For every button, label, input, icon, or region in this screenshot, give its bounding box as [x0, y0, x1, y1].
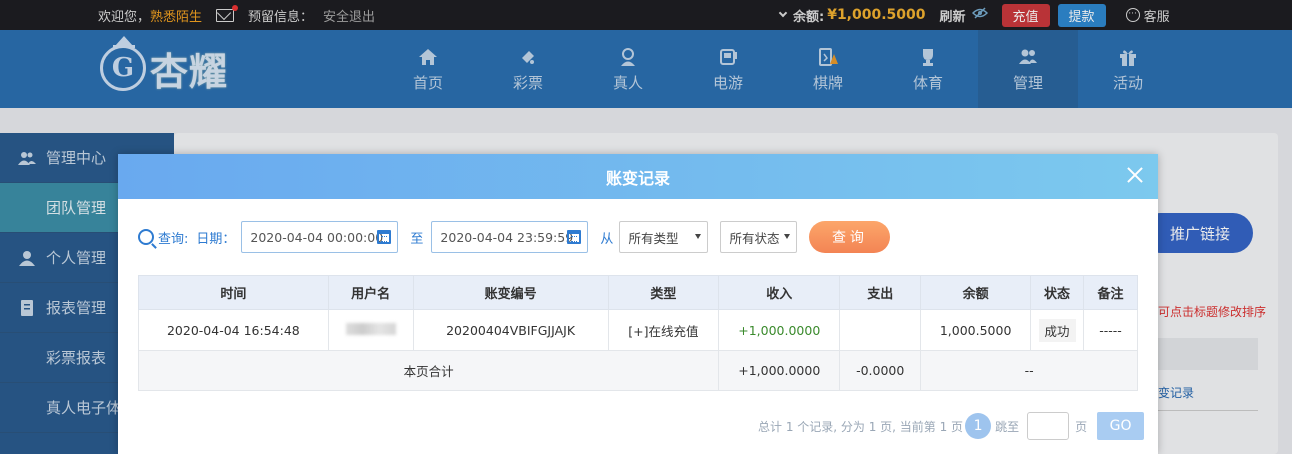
end-date-value: 2020-04-04 23:59:59	[440, 229, 574, 245]
goto-label: 跳至	[995, 419, 1020, 434]
start-date-value: 2020-04-04 00:00:00	[250, 229, 384, 245]
cell-remark: -----	[1083, 309, 1138, 351]
status-select[interactable]: 所有状态	[720, 221, 798, 253]
transaction-record-modal: 账变记录 查询: 日期： 2020-04-04 00:00:00 至 2020-…	[118, 154, 1158, 454]
modal-title: 账变记录	[605, 168, 670, 188]
total-income: +1,000.0000	[718, 350, 841, 391]
table-row: 2020-04-04 16:54:48 20200404VBIFGJJAJK […	[138, 309, 1138, 351]
cell-username	[327, 309, 414, 351]
table-header-row: 时间 用户名 账变编号 类型 收入 支出 余额 状态 备注	[138, 275, 1138, 310]
calendar-icon[interactable]	[377, 230, 392, 244]
caret-down-icon	[695, 234, 702, 239]
page-number-input[interactable]	[1027, 412, 1070, 440]
query-label: 查询:	[158, 231, 189, 247]
page-number-current[interactable]: 1	[965, 413, 992, 439]
column-header-username[interactable]: 用户名	[327, 275, 414, 310]
end-date-input[interactable]: 2020-04-04 23:59:59	[431, 221, 589, 253]
cell-type: [+]在线充值	[607, 309, 720, 351]
date-label: 日期：	[196, 231, 236, 247]
status-badge: 成功	[1038, 318, 1076, 342]
close-icon[interactable]	[1125, 165, 1145, 185]
table-total-row: 本页合计 +1,000.0000 -0.0000 --	[137, 350, 1138, 391]
filter-bar: 查询: 日期： 2020-04-04 00:00:00 至 2020-04-04…	[138, 221, 891, 253]
transaction-table: 时间 用户名 账变编号 类型 收入 支出 余额 状态 备注 2020-04-04…	[137, 275, 1138, 391]
pagination: 总计 1 个记录, 分为 1 页, 当前第 1 页 1 跳至 页 GO	[758, 412, 1145, 440]
blurred-username	[345, 322, 396, 335]
cell-status: 成功	[1030, 309, 1085, 351]
column-header-balance[interactable]: 余额	[920, 275, 1032, 310]
status-select-value: 所有状态	[729, 230, 780, 246]
calendar-icon[interactable]	[567, 230, 582, 244]
column-header-expense[interactable]: 支出	[839, 275, 922, 310]
cell-time: 2020-04-04 16:54:48	[138, 309, 329, 351]
cell-order-no: 20200404VBIFGJJAJK	[412, 309, 609, 351]
column-header-order-no[interactable]: 账变编号	[412, 275, 609, 310]
query-button[interactable]: 查询	[809, 221, 891, 253]
type-select-value: 所有类型	[628, 230, 679, 246]
page-label: 页	[1075, 419, 1088, 434]
type-select[interactable]: 所有类型	[619, 221, 709, 253]
total-expense: -0.0000	[839, 350, 922, 391]
total-balance: --	[920, 350, 1138, 391]
cell-expense	[839, 309, 922, 351]
pagination-summary: 总计 1 个记录, 分为 1 页, 当前第 1 页	[758, 419, 964, 434]
cell-balance: 1,000.5000	[920, 309, 1032, 351]
modal-header: 账变记录	[118, 154, 1158, 199]
column-header-income[interactable]: 收入	[718, 275, 841, 310]
column-header-status[interactable]: 状态	[1030, 275, 1085, 310]
column-header-remark[interactable]: 备注	[1083, 275, 1138, 310]
start-date-input[interactable]: 2020-04-04 00:00:00	[241, 221, 399, 253]
caret-down-icon	[784, 234, 791, 239]
from-label: 从	[600, 231, 614, 247]
column-header-type[interactable]: 类型	[607, 275, 720, 310]
cell-income: +1,000.0000	[718, 309, 841, 351]
search-icon	[138, 229, 154, 245]
column-header-time[interactable]: 时间	[138, 275, 329, 310]
to-label: 至	[410, 231, 424, 247]
go-button[interactable]: GO	[1097, 412, 1145, 440]
total-label: 本页合计	[137, 350, 720, 391]
